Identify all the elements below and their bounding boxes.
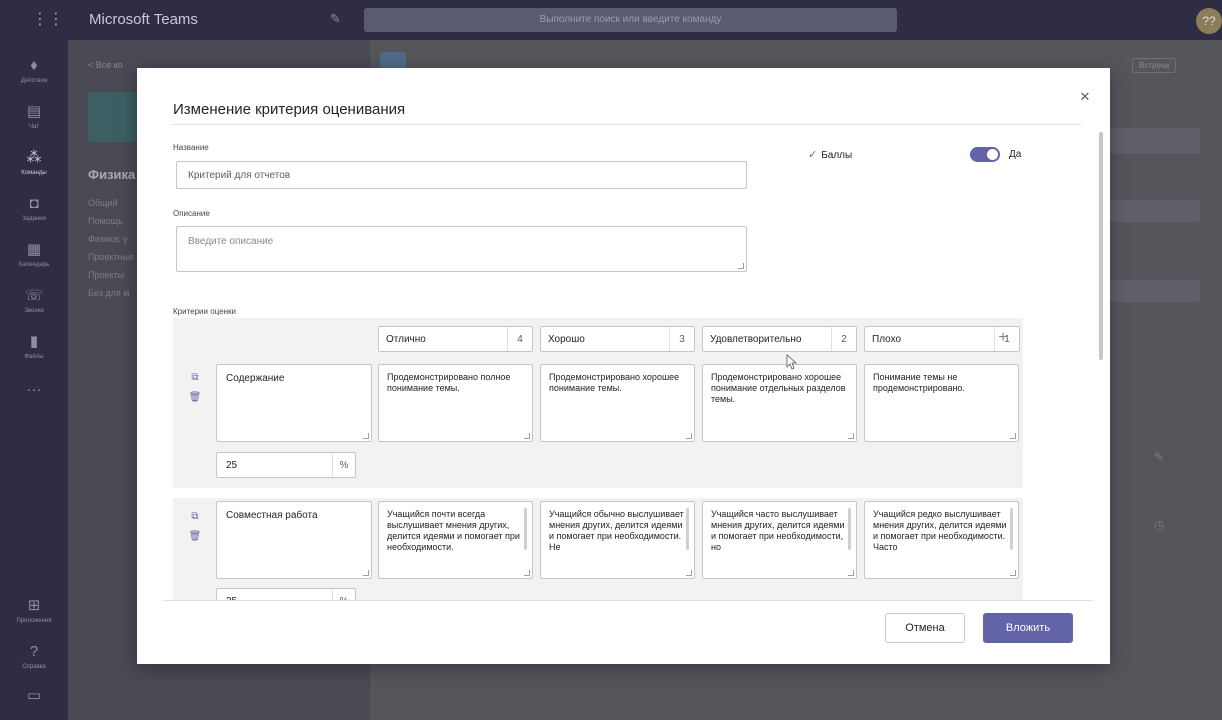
dialog-title: Изменение критерия оценивания — [173, 101, 406, 118]
description-placeholder: Введите описание — [188, 236, 274, 247]
rail-item-calendar[interactable]: ▦ Календарь — [0, 234, 68, 280]
resize-grip-icon[interactable] — [738, 263, 744, 269]
user-avatar[interactable]: ?? — [1196, 8, 1222, 34]
add-level-button[interactable]: + — [992, 327, 1014, 349]
rail-more[interactable]: ··· — [0, 374, 68, 420]
background-card — [1110, 280, 1200, 302]
level-points[interactable]: 4 — [508, 334, 532, 345]
backpack-icon: ◘ — [29, 195, 39, 212]
title-divider — [173, 124, 1081, 125]
rail-item-activity[interactable]: ♦ Действия — [0, 50, 68, 96]
close-icon[interactable]: ✕ — [1078, 90, 1092, 104]
description-input[interactable]: Введите описание — [176, 226, 747, 272]
device-icon: ▭ — [26, 687, 42, 704]
rail-device[interactable]: ▭ — [0, 680, 68, 720]
background-card — [1110, 200, 1200, 222]
dialog-scrollbar[interactable] — [1099, 132, 1103, 360]
criterion-input[interactable]: Содержание — [216, 364, 372, 442]
level-points[interactable]: 2 — [832, 334, 856, 345]
file-icon: ▮ — [29, 333, 39, 350]
rail-item-assignments[interactable]: ◘ Задания — [0, 188, 68, 234]
more-icon: ··· — [26, 381, 42, 398]
app-launcher-icon[interactable]: ⋮⋮ — [32, 10, 64, 30]
points-toggle[interactable] — [970, 147, 1000, 162]
app-rail: ♦ Действия ▤ Чат ⁂ Команды ◘ Задания ▦ К… — [0, 40, 68, 720]
weight-input[interactable]: 25 % — [216, 452, 356, 478]
edit-rubric-dialog: Изменение критерия оценивания ✕ Название… — [137, 68, 1110, 664]
rubric-grid: Отлично 4 Хорошо 3 Удовлетворительно 2 П… — [173, 318, 1043, 600]
level-satisfactory[interactable]: Удовлетворительно 2 — [702, 326, 857, 352]
level-good[interactable]: Хорошо 3 — [540, 326, 695, 352]
compose-icon[interactable]: ✎ — [330, 11, 341, 27]
level-description[interactable]: Учащийся часто выслушивает мнения других… — [702, 501, 857, 579]
rubric-name-input[interactable] — [176, 161, 747, 189]
rail-item-apps[interactable]: ⊞ Приложения — [0, 590, 68, 636]
footer-divider — [163, 600, 1093, 601]
channel-item[interactable]: Проектные — [88, 252, 134, 262]
edit-icon[interactable]: ✎ — [1154, 450, 1164, 464]
rail-item-teams[interactable]: ⁂ Команды — [0, 142, 68, 188]
toggle-knob — [987, 149, 998, 160]
level-points[interactable]: 3 — [670, 334, 694, 345]
channel-item[interactable]: Общий — [88, 198, 118, 208]
search-bar[interactable]: Выполните поиск или введите команду — [364, 8, 897, 32]
level-description[interactable]: Учащийся обычно выслушивает мнения други… — [540, 501, 695, 579]
team-image — [88, 92, 138, 142]
level-description[interactable]: Продемонстрировано хорошее понимание тем… — [540, 364, 695, 442]
apps-icon: ⊞ — [27, 597, 41, 614]
help-icon: ? — [29, 643, 39, 660]
description-label: Описание — [173, 209, 210, 218]
delete-icon[interactable]: 🗑 — [188, 530, 202, 544]
toggle-state-label: Да — [1009, 149, 1022, 160]
level-description[interactable]: Продемонстрировано полное понимание темы… — [378, 364, 533, 442]
level-description[interactable]: Продемонстрировано хорошее понимание отд… — [702, 364, 857, 442]
rubric-row: ⧉ 🗑 Совместная работа Учащийся почти все… — [173, 498, 1023, 600]
team-name: Физика — [88, 167, 136, 182]
level-description[interactable]: Учащийся редко выслушивает мнения других… — [864, 501, 1019, 579]
cancel-button[interactable]: Отмена — [885, 613, 965, 643]
bell-icon: ♦ — [30, 57, 38, 74]
name-label: Название — [173, 143, 209, 152]
weight-input[interactable]: 25 % — [216, 588, 356, 600]
level-excellent[interactable]: Отлично 4 — [378, 326, 533, 352]
rubric-row: ⧉ 🗑 Содержание Продемонстрировано полное… — [173, 361, 1023, 488]
teams-top-bar: ⋮⋮ Microsoft Teams ✎ Выполните поиск или… — [0, 0, 1222, 40]
channel-item[interactable]: Помощь — [88, 216, 123, 226]
rail-item-calls[interactable]: ☏ Звонки — [0, 280, 68, 326]
rubric-levels-header: Отлично 4 Хорошо 3 Удовлетворительно 2 П… — [173, 318, 1023, 361]
phone-icon: ☏ — [24, 287, 44, 304]
background-card — [1110, 128, 1200, 154]
rail-item-help[interactable]: ? Справка — [0, 636, 68, 682]
rail-item-chat[interactable]: ▤ Чат — [0, 96, 68, 142]
rail-item-files[interactable]: ▮ Файлы — [0, 326, 68, 372]
app-title: Microsoft Teams — [89, 11, 198, 28]
attach-button[interactable]: Вложить — [983, 613, 1073, 643]
clock-icon[interactable]: ◷ — [1154, 518, 1164, 532]
chat-icon: ▤ — [26, 103, 42, 120]
mouse-cursor-icon — [786, 354, 798, 370]
criterion-input[interactable]: Совместная работа — [216, 501, 372, 579]
channel-item[interactable]: Проекты — [88, 270, 124, 280]
back-link[interactable]: < Все ко — [88, 60, 123, 70]
duplicate-icon[interactable]: ⧉ — [188, 510, 202, 524]
channel-item[interactable]: Физика: у — [88, 234, 128, 244]
duplicate-icon[interactable]: ⧉ — [188, 371, 202, 385]
checkmark-icon: ✓ — [808, 149, 818, 161]
points-option[interactable]: ✓ Баллы — [808, 148, 852, 161]
delete-icon[interactable]: 🗑 — [188, 391, 202, 405]
level-description[interactable]: Учащийся почти всегда выслушивает мнения… — [378, 501, 533, 579]
teams-icon: ⁂ — [26, 149, 42, 166]
criteria-label: Критерии оценки — [173, 307, 236, 316]
meet-button[interactable]: Встреча — [1132, 58, 1177, 73]
channel-item[interactable]: Без для м — [88, 288, 129, 298]
level-description[interactable]: Понимание темы не продемонстрировано. — [864, 364, 1019, 442]
calendar-icon: ▦ — [26, 241, 42, 258]
